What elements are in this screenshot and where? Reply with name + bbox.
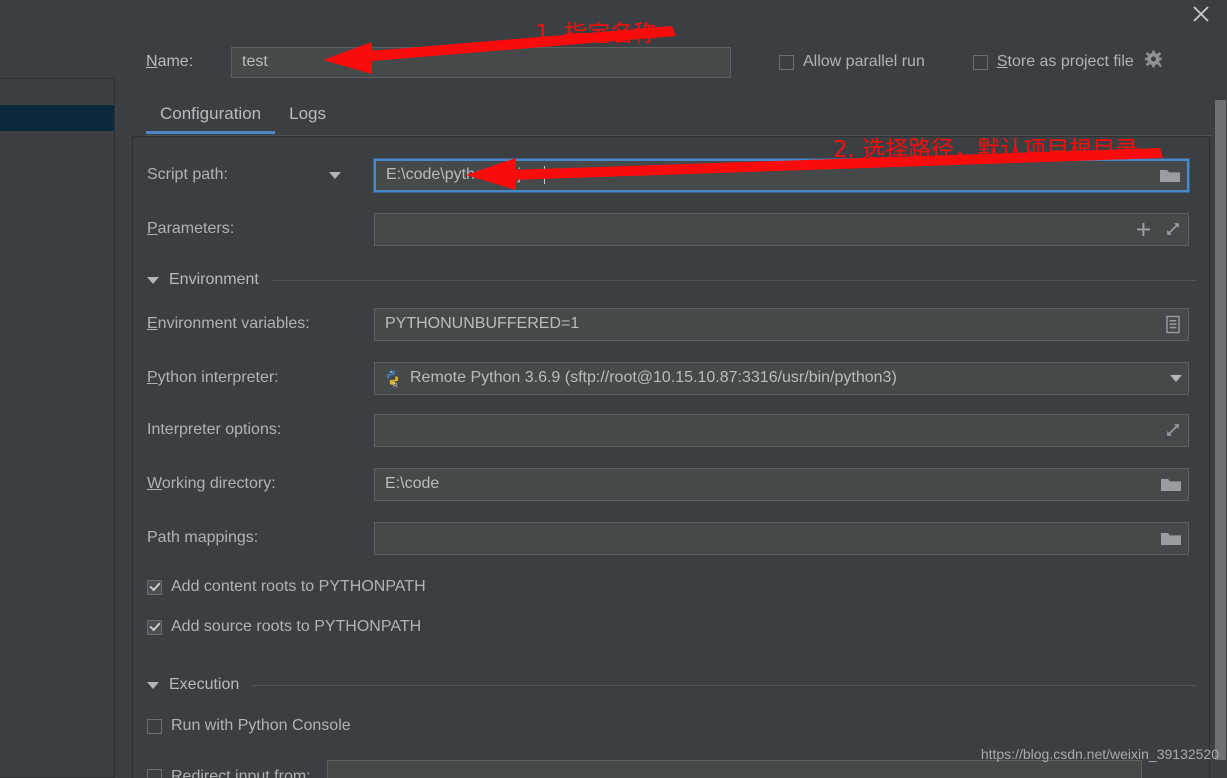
interpreter-options-input[interactable] [374, 413, 1189, 447]
section-divider [270, 279, 1197, 281]
chevron-down-icon[interactable] [1170, 374, 1182, 382]
interpreter-options-row: Interpreter options: [133, 412, 1211, 448]
path-mappings-icons [1160, 523, 1182, 554]
run-with-python-console-row[interactable]: Run with Python Console [147, 717, 351, 735]
tab-bar: Configuration Logs [146, 100, 1216, 138]
parameters-label: Parameters: [147, 220, 235, 237]
store-as-project-file-checkbox[interactable] [972, 54, 988, 70]
sidebar-item-0[interactable] [0, 79, 114, 105]
watermark: https://blog.csdn.net/weixin_39132520 [980, 746, 1219, 762]
allow-parallel-run-group[interactable]: Allow parallel run [779, 53, 925, 71]
name-label-mnemonic: N [146, 53, 158, 70]
folder-icon[interactable] [1160, 475, 1182, 493]
add-content-roots-label[interactable]: Add content roots to PYTHONPATH [171, 578, 426, 596]
parameters-icons [1135, 214, 1182, 245]
environment-variables-row: Environment variables: PYTHONUNBUFFERED=… [133, 306, 1211, 342]
python-interpreter-row: Python interpreter: R Remote Python 3.6.… [133, 360, 1211, 396]
python-remote-icon: R [383, 369, 402, 388]
pycharm-run-configuration-dialog: Name: Allow parallel run Store as projec… [0, 0, 1227, 778]
working-directory-icons [1160, 469, 1182, 500]
parameters-row: Parameters: [133, 211, 1211, 247]
expand-icon[interactable] [1164, 421, 1182, 439]
name-label: Name: [146, 53, 231, 71]
section-divider [251, 684, 1197, 686]
execution-section-title: Execution [169, 676, 240, 693]
add-content-roots-row[interactable]: Add content roots to PYTHONPATH [147, 578, 426, 596]
expand-icon[interactable] [1164, 220, 1182, 238]
working-directory-value: E:\code [385, 475, 440, 492]
add-source-roots-label[interactable]: Add source roots to PYTHONPATH [171, 618, 421, 636]
vertical-scrollbar[interactable] [1213, 0, 1227, 778]
redirect-input-from-label[interactable]: Redirect input from: [171, 768, 311, 778]
folder-icon[interactable] [1159, 166, 1181, 184]
script-path-input[interactable]: E:\code\pythonProject [373, 157, 1190, 193]
interpreter-options-label: Interpreter options: [147, 421, 282, 438]
configurations-sidebar [0, 78, 115, 778]
add-content-roots-checkbox[interactable] [147, 579, 162, 595]
script-path-icons [1159, 161, 1181, 190]
store-as-project-file-group[interactable]: Store as project file [972, 50, 1164, 75]
run-with-python-console-label[interactable]: Run with Python Console [171, 717, 351, 735]
text-caret [543, 166, 545, 184]
dialog-body: Name: Allow parallel run Store as projec… [116, 0, 1227, 778]
sidebar-item-1-selected[interactable] [0, 105, 114, 131]
python-interpreter-value: Remote Python 3.6.9 (sftp://root@10.15.1… [410, 369, 897, 386]
working-directory-row: Working directory: E:\code [133, 466, 1211, 502]
working-directory-label: Working directory: [147, 475, 276, 492]
script-path-combo-caret[interactable] [315, 171, 355, 179]
redirect-input-from-checkbox[interactable] [147, 769, 162, 778]
allow-parallel-run-checkbox[interactable] [779, 54, 794, 70]
allow-parallel-run-label[interactable]: Allow parallel run [803, 53, 925, 71]
plus-icon[interactable] [1135, 221, 1152, 238]
collapse-triangle-icon[interactable] [147, 681, 159, 689]
path-mappings-label: Path mappings: [147, 529, 259, 546]
name-row: Name: Allow parallel run Store as projec… [146, 44, 1216, 80]
environment-section-header: Environment [147, 271, 1197, 289]
python-interpreter-icons [1170, 363, 1182, 394]
script-path-value: E:\code\pythonProject [386, 166, 543, 183]
redirect-input-from-row[interactable]: Redirect input from: [147, 760, 1142, 778]
list-edit-icon[interactable] [1164, 315, 1182, 334]
path-mappings-row: Path mappings: [133, 520, 1211, 556]
gear-icon[interactable] [1144, 50, 1164, 75]
chevron-down-icon [329, 171, 341, 179]
name-input[interactable] [231, 46, 731, 78]
python-interpreter-label: Python interpreter: [147, 369, 279, 386]
environment-section-title: Environment [169, 271, 259, 288]
script-path-row: Script path: E:\code\pythonProject [133, 157, 1211, 193]
tab-logs[interactable]: Logs [275, 100, 340, 134]
name-label-rest: ame: [157, 53, 194, 70]
path-mappings-input[interactable] [374, 521, 1189, 555]
close-icon[interactable] [1187, 0, 1215, 28]
environment-variables-input[interactable]: PYTHONUNBUFFERED=1 [374, 307, 1189, 341]
python-interpreter-combo[interactable]: R Remote Python 3.6.9 (sftp://root@10.15… [374, 361, 1189, 395]
environment-variables-icons [1164, 309, 1182, 340]
add-source-roots-row[interactable]: Add source roots to PYTHONPATH [147, 618, 421, 636]
store-as-project-file-label[interactable]: Store as project file [997, 53, 1134, 71]
configuration-form-panel: Script path: E:\code\pythonProject Param… [132, 136, 1210, 778]
environment-variables-value: PYTHONUNBUFFERED=1 [385, 315, 580, 332]
svg-text:R: R [393, 382, 398, 387]
tab-configuration[interactable]: Configuration [146, 100, 276, 134]
scrollbar-thumb[interactable] [1215, 100, 1226, 760]
execution-section-header: Execution [147, 676, 1197, 694]
folder-icon[interactable] [1160, 529, 1182, 547]
script-path-label: Script path: [147, 166, 228, 183]
add-source-roots-checkbox[interactable] [147, 619, 162, 635]
interpreter-options-icons [1164, 415, 1182, 446]
redirect-input-from-input[interactable] [326, 760, 1142, 778]
run-with-python-console-checkbox[interactable] [147, 718, 162, 734]
parameters-input[interactable] [374, 212, 1189, 246]
sidebar-item-2[interactable] [0, 131, 114, 157]
environment-variables-label: Environment variables: [147, 315, 310, 332]
working-directory-input[interactable]: E:\code [374, 467, 1189, 501]
collapse-triangle-icon[interactable] [147, 276, 159, 284]
